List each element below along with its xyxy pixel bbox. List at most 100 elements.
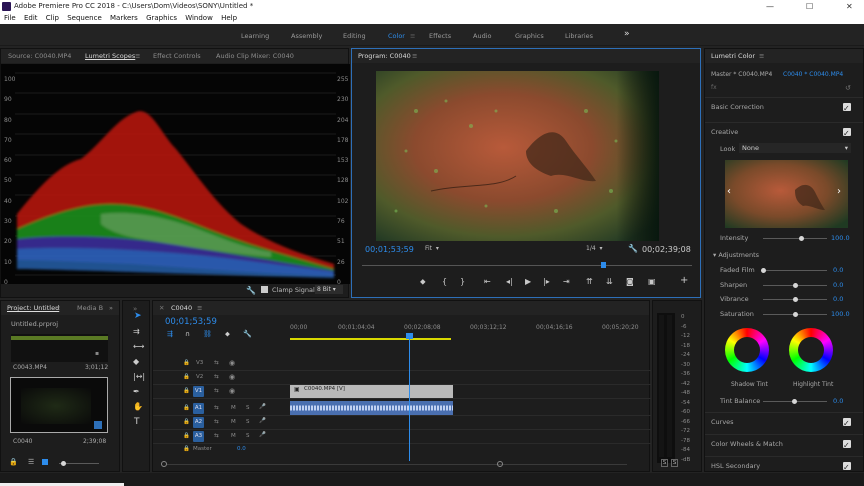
menu-edit[interactable]: Edit bbox=[24, 14, 38, 22]
lock-icon[interactable]: 🔒 bbox=[183, 360, 190, 366]
play-icon[interactable]: ▶ bbox=[525, 277, 531, 286]
workspace-learning[interactable]: Learning bbox=[241, 32, 269, 40]
basic-correction-checkbox[interactable] bbox=[843, 100, 851, 118]
workspace-effects[interactable]: Effects bbox=[429, 32, 451, 40]
faded-film-value[interactable]: 0.0 bbox=[833, 266, 843, 274]
sync-lock-icon[interactable]: ⇆ bbox=[214, 405, 219, 411]
solo-icon[interactable]: S bbox=[246, 405, 250, 411]
hand-tool-icon[interactable]: ✋ bbox=[133, 402, 143, 411]
mic-icon[interactable]: 🎤 bbox=[259, 432, 266, 438]
settings-wrench-icon[interactable]: 🔧 bbox=[628, 244, 638, 253]
selection-tool-icon[interactable]: ➤ bbox=[134, 311, 142, 321]
bit-depth-select[interactable]: 8 Bit ▾ bbox=[315, 285, 343, 294]
mute-icon[interactable]: M bbox=[231, 405, 236, 411]
pen-tool-icon[interactable]: ✒ bbox=[133, 387, 140, 396]
workspace-menu-icon[interactable]: ≡ bbox=[410, 32, 415, 40]
tab-effect-controls[interactable]: Effect Controls bbox=[153, 49, 201, 63]
lock-icon[interactable]: 🔒 bbox=[183, 446, 190, 452]
sequence-menu-icon[interactable]: ≡ bbox=[197, 301, 202, 315]
master-value[interactable]: 0.0 bbox=[237, 446, 246, 452]
vibrance-knob[interactable] bbox=[792, 297, 798, 302]
vibrance-value[interactable]: 0.0 bbox=[833, 295, 843, 303]
snap-icon[interactable]: ∩ bbox=[185, 330, 190, 338]
menu-window[interactable]: Window bbox=[185, 14, 213, 22]
program-scrubber[interactable] bbox=[362, 261, 692, 269]
go-to-in-icon[interactable]: ⇤ bbox=[484, 277, 491, 286]
slip-tool-icon[interactable]: |↔| bbox=[133, 372, 145, 381]
solo-icon[interactable]: S bbox=[246, 419, 250, 425]
section-creative[interactable]: Creative bbox=[705, 122, 863, 143]
zoom-right-handle[interactable] bbox=[497, 461, 503, 467]
lock-icon[interactable]: 🔒 bbox=[183, 433, 190, 439]
tab-sequence[interactable]: C0040 bbox=[171, 301, 192, 315]
look-select[interactable]: None ▾ bbox=[739, 143, 851, 153]
video-clip[interactable]: ▣ C0040.MP4 [V] bbox=[290, 385, 453, 398]
button-editor-icon[interactable]: + bbox=[680, 275, 688, 286]
intensity-knob[interactable] bbox=[798, 236, 804, 241]
mic-icon[interactable]: 🎤 bbox=[259, 418, 266, 424]
tint-balance-value[interactable]: 0.0 bbox=[833, 397, 843, 405]
clamp-signal-checkbox[interactable] bbox=[261, 286, 268, 293]
mark-out-icon[interactable]: } bbox=[460, 277, 465, 286]
section-curves[interactable]: Curves bbox=[705, 412, 863, 433]
mute-icon[interactable]: M bbox=[231, 433, 236, 439]
tab-project[interactable]: Project: Untitled bbox=[7, 301, 59, 315]
workspace-more-icon[interactable]: » bbox=[624, 29, 630, 39]
export-frame-icon[interactable]: ◙ bbox=[626, 277, 634, 286]
playhead-handle[interactable] bbox=[406, 333, 414, 339]
scrubber-playhead[interactable] bbox=[600, 262, 606, 268]
section-hsl-secondary[interactable]: HSL Secondary bbox=[705, 456, 863, 477]
lumetri-source[interactable]: Master * C0040.MP4 bbox=[711, 71, 772, 78]
menu-graphics[interactable]: Graphics bbox=[146, 14, 177, 22]
add-marker-icon[interactable]: ⬥ bbox=[225, 330, 230, 339]
menu-markers[interactable]: Markers bbox=[110, 14, 138, 22]
tab-lumetri-scopes[interactable]: Lumetri Scopes bbox=[85, 49, 135, 63]
step-back-icon[interactable]: ◂| bbox=[506, 277, 513, 286]
reset-icon[interactable]: ↺ bbox=[845, 84, 851, 92]
section-color-wheels[interactable]: Color Wheels & Match bbox=[705, 434, 863, 455]
creative-checkbox[interactable] bbox=[843, 125, 851, 143]
track-a3-label[interactable]: A3 bbox=[193, 431, 204, 442]
eye-icon[interactable]: ◉ bbox=[229, 387, 235, 395]
eye-icon[interactable]: ◉ bbox=[229, 359, 235, 367]
tab-menu-icon[interactable]: ≡ bbox=[135, 49, 140, 63]
icon-view-icon[interactable] bbox=[42, 459, 48, 465]
hsl-secondary-checkbox[interactable] bbox=[843, 459, 851, 477]
look-prev-icon[interactable]: ‹ bbox=[727, 186, 731, 197]
list-view-icon[interactable]: ☰ bbox=[28, 458, 34, 466]
close-icon[interactable]: ✕ bbox=[846, 0, 853, 13]
clip1-thumbnail[interactable] bbox=[11, 334, 108, 362]
menu-clip[interactable]: Clip bbox=[46, 14, 59, 22]
look-preview[interactable]: ‹ › bbox=[725, 160, 848, 228]
track-a1-label[interactable]: A1 bbox=[193, 403, 204, 414]
sync-lock-icon[interactable]: ⇆ bbox=[214, 374, 219, 380]
look-next-icon[interactable]: › bbox=[837, 186, 841, 197]
workspace-libraries[interactable]: Libraries bbox=[565, 32, 593, 40]
tint-balance-knob[interactable] bbox=[792, 399, 797, 404]
sync-lock-icon[interactable]: ⇆ bbox=[214, 388, 219, 394]
solo-icon[interactable]: S bbox=[246, 433, 250, 439]
mute-icon[interactable]: M bbox=[231, 419, 236, 425]
audio-clip[interactable] bbox=[290, 401, 453, 415]
compare-view-icon[interactable]: ▣ bbox=[648, 277, 656, 286]
ripple-edit-tool-icon[interactable]: ⟷ bbox=[133, 342, 144, 351]
maximize-icon[interactable]: ☐ bbox=[806, 0, 813, 13]
menu-file[interactable]: File bbox=[4, 14, 16, 22]
timeline-timecode[interactable]: 00;01;53;59 bbox=[165, 317, 217, 327]
intensity-value[interactable]: 100.0 bbox=[831, 234, 850, 242]
zoom-select[interactable]: Fit ▾ bbox=[425, 245, 459, 254]
faded-film-knob[interactable] bbox=[760, 268, 766, 273]
sync-lock-icon[interactable]: ⇆ bbox=[214, 433, 219, 439]
saturation-value[interactable]: 100.0 bbox=[831, 310, 850, 318]
program-timecode[interactable]: 00;01;53;59 bbox=[365, 245, 414, 254]
lock-icon[interactable]: 🔒 bbox=[183, 419, 190, 425]
razor-tool-icon[interactable]: ◆ bbox=[133, 357, 139, 366]
workspace-assembly[interactable]: Assembly bbox=[291, 32, 322, 40]
eye-icon[interactable]: ◉ bbox=[229, 373, 235, 381]
workspace-editing[interactable]: Editing bbox=[343, 32, 366, 40]
workspace-color[interactable]: Color bbox=[388, 32, 405, 40]
lumetri-menu-icon[interactable]: ≡ bbox=[759, 49, 764, 63]
tab-media-browser[interactable]: Media B bbox=[77, 301, 103, 315]
track-v1-label[interactable]: V1 bbox=[193, 386, 204, 397]
minimize-icon[interactable]: — bbox=[766, 0, 774, 13]
